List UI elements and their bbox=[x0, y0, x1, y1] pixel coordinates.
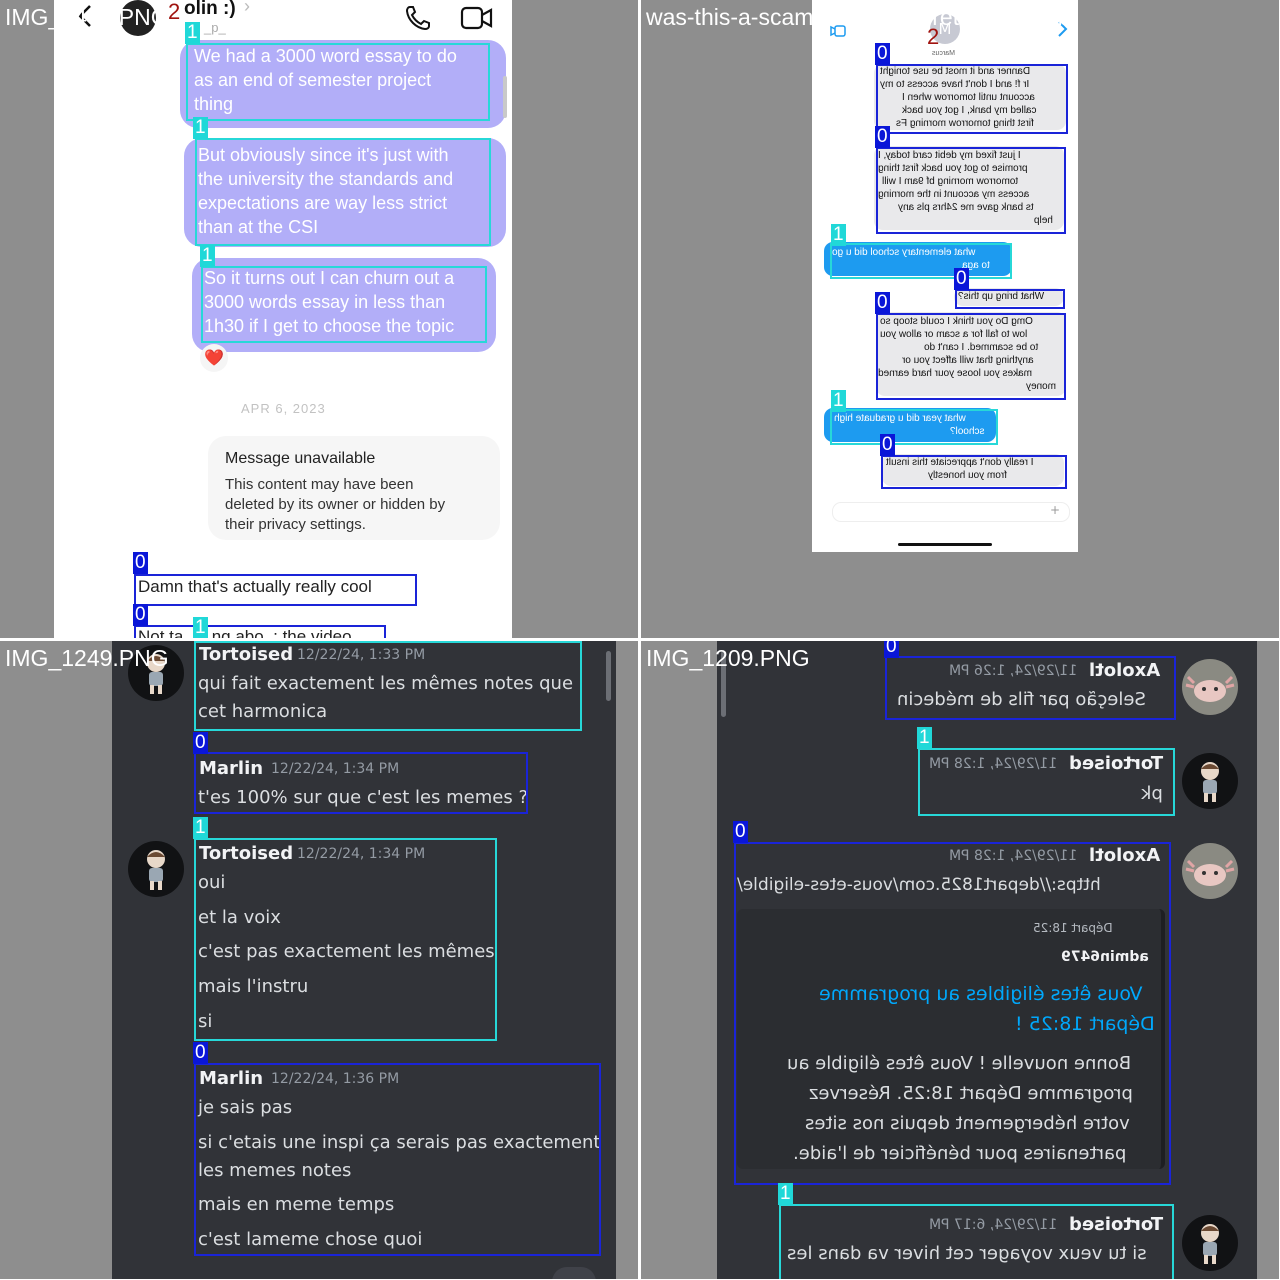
annotation-tag: 1 bbox=[831, 390, 846, 412]
annotation-box bbox=[881, 455, 1067, 489]
annotation-box bbox=[918, 748, 1175, 816]
annotation-tag: 0 bbox=[954, 268, 969, 290]
annotation-tag: 0 bbox=[133, 604, 148, 626]
annotation-tag: 0 bbox=[133, 552, 148, 574]
annotation-box bbox=[195, 138, 491, 246]
unavailable-message-card: Message unavailable This content may hav… bbox=[208, 436, 500, 540]
message-input-field[interactable] bbox=[832, 502, 1070, 522]
badge-number: 2 bbox=[168, 0, 181, 24]
contact-handle: _p_ bbox=[204, 20, 226, 35]
annotation-box bbox=[885, 656, 1176, 720]
annotation-box bbox=[830, 409, 998, 445]
annotation-tag: 0 bbox=[875, 43, 890, 65]
annotation-box bbox=[134, 574, 417, 606]
annotation-tag: 1 bbox=[185, 22, 200, 44]
avatar[interactable] bbox=[128, 841, 184, 897]
tile-imessage-mirrored: was-this-a-scammer-pers -pretended-to-b … bbox=[641, 0, 1279, 638]
chevron-right-icon: › bbox=[244, 0, 250, 16]
annotation-box bbox=[194, 1063, 601, 1256]
plus-icon[interactable]: + bbox=[1050, 503, 1060, 517]
phone-icon[interactable] bbox=[404, 4, 432, 36]
annotation-tag: 0 bbox=[884, 641, 899, 658]
annotation-tag: 1 bbox=[193, 817, 208, 839]
annotation-tag: 0 bbox=[193, 732, 208, 754]
annotation-tag: 0 bbox=[733, 821, 748, 843]
scrollbar[interactable] bbox=[606, 651, 611, 701]
unavailable-line: their privacy settings. bbox=[225, 516, 366, 533]
tile-imessage-lavender: IMG_1407.PNG olin :) › _p_ We had a 3000… bbox=[0, 0, 638, 638]
annotation-tag: 0 bbox=[875, 126, 890, 148]
annotation-box bbox=[876, 147, 1066, 234]
annotation-tag: 0 bbox=[875, 292, 890, 314]
annotation-tag: 1 bbox=[193, 617, 208, 638]
avatar[interactable] bbox=[1182, 753, 1238, 809]
annotation-tag: 1 bbox=[917, 727, 932, 749]
annotation-box bbox=[876, 64, 1068, 134]
annotation-tag: 1 bbox=[193, 117, 208, 139]
annotation-box bbox=[201, 266, 487, 343]
annotation-tag: 1 bbox=[778, 1183, 793, 1205]
date-separator: APR 6, 2023 bbox=[241, 401, 326, 416]
avatar[interactable] bbox=[1182, 843, 1238, 899]
annotation-tag: 0 bbox=[193, 1042, 208, 1064]
jump-button[interactable] bbox=[552, 1267, 596, 1279]
image-caption: IMG_1407.PNG bbox=[5, 4, 169, 30]
heart-reaction[interactable]: ❤️ bbox=[200, 344, 228, 372]
annotation-box bbox=[194, 752, 528, 814]
annotation-box bbox=[830, 243, 1012, 279]
unavailable-line: This content may have been bbox=[225, 476, 414, 493]
contact-name[interactable]: Marcus bbox=[932, 48, 955, 60]
avatar[interactable] bbox=[1182, 659, 1238, 715]
scrollbar[interactable] bbox=[503, 76, 507, 118]
unavailable-title: Message unavailable bbox=[225, 450, 376, 467]
badge-number: 2 bbox=[927, 24, 940, 49]
unavailable-line: deleted by its owner or hidden by bbox=[225, 496, 446, 513]
annotation-tag: 1 bbox=[831, 224, 846, 246]
image-caption: was-this-a-scammer-pers -pretended-to-b bbox=[646, 4, 1071, 30]
image-caption: IMG_1249.PNG bbox=[5, 645, 169, 671]
home-indicator bbox=[898, 543, 992, 546]
annotation-box bbox=[194, 838, 497, 1041]
annotation-box bbox=[134, 625, 386, 638]
annotation-box bbox=[876, 313, 1066, 400]
contact-name[interactable]: olin :) bbox=[184, 0, 236, 20]
avatar[interactable] bbox=[1182, 1215, 1238, 1271]
annotation-box bbox=[734, 842, 1171, 1185]
annotation-box bbox=[186, 43, 490, 121]
image-caption: IMG_1209.PNG bbox=[646, 645, 810, 671]
tile-discord-mirrored: IMG_1209.PNG Axolotl 11/29/24, 1:26 PM S… bbox=[641, 641, 1279, 1279]
annotation-box bbox=[779, 1204, 1174, 1279]
annotation-box bbox=[955, 289, 1065, 309]
annotation-box bbox=[194, 641, 582, 731]
annotation-tag: 1 bbox=[200, 245, 215, 267]
tile-discord-chat: IMG_1249.PNG Tortoised 12/22/24, 1:33 PM… bbox=[0, 641, 638, 1279]
video-camera-icon[interactable] bbox=[460, 5, 494, 35]
annotation-tag: 0 bbox=[880, 434, 895, 456]
